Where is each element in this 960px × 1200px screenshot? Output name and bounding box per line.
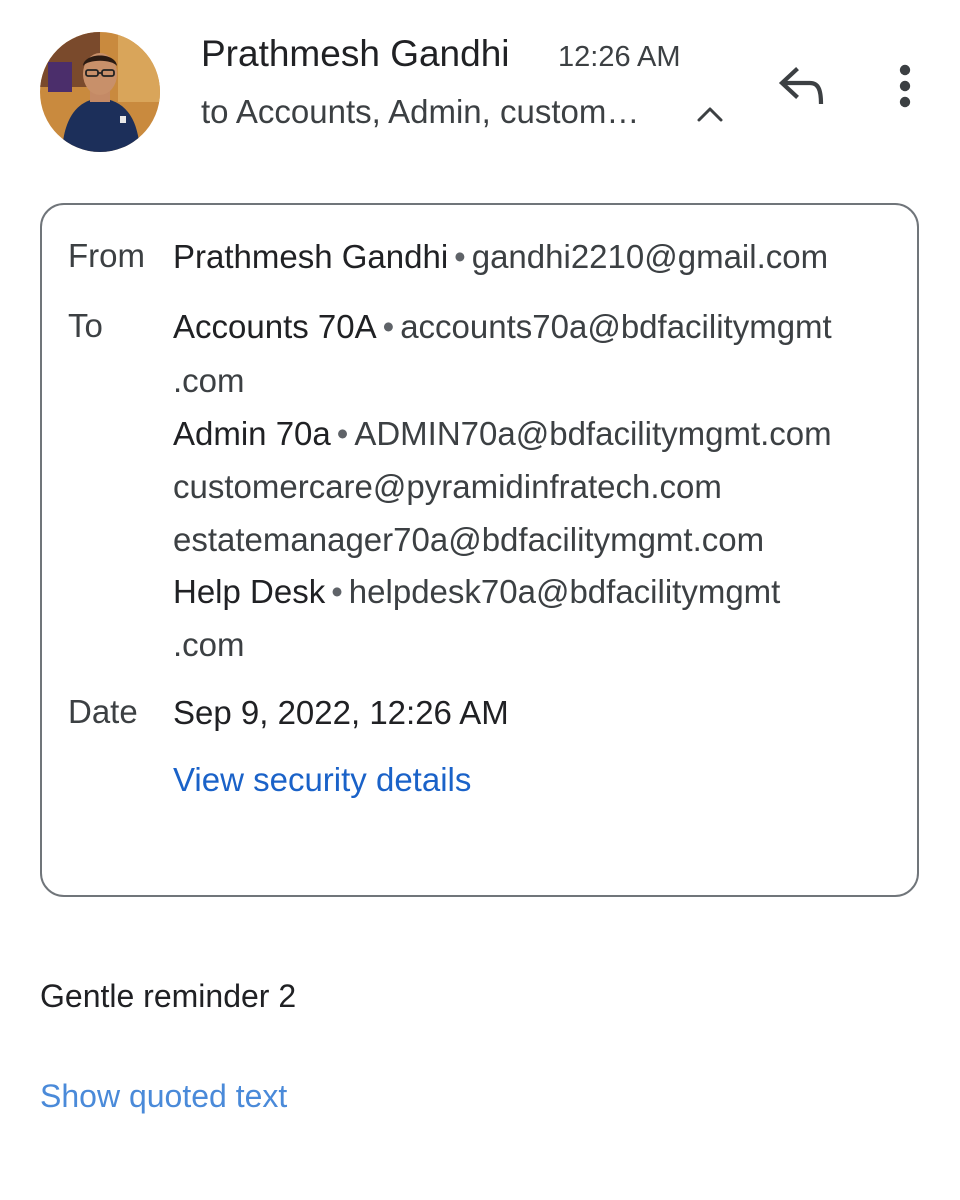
recipient-customercare: customercare@pyramidinfratech.com (173, 467, 722, 507)
recipient-email[interactable]: estatemanager70a@bdfacilitymgmt.com (173, 521, 764, 558)
recipient-helpdesk-email-wrap: .com (173, 625, 245, 665)
recipient-helpdesk: Help Desk • helpdesk70a@bdfacilitymgmt (173, 572, 780, 612)
recipient-name: Accounts 70A (173, 308, 377, 345)
message-time: 12:26 AM (558, 41, 681, 73)
recipient-accounts-email-wrap: .com (173, 361, 245, 401)
recipients-summary[interactable]: to Accounts, Admin, custom… (201, 93, 639, 131)
reply-button[interactable] (770, 58, 834, 114)
separator-dot: • (454, 238, 466, 275)
recipient-name: Admin 70a (173, 415, 331, 452)
to-label: To (68, 307, 103, 344)
recipient-email-continuation[interactable]: .com (173, 626, 245, 663)
show-quoted-text-link[interactable]: Show quoted text (40, 1078, 287, 1115)
recipient-email[interactable]: helpdesk70a@bdfacilitymgmt (349, 573, 781, 610)
avatar-photo (40, 32, 160, 152)
recipient-email[interactable]: accounts70a@bdfacilitymgmt (400, 308, 832, 345)
recipient-email[interactable]: ADMIN70a@bdfacilitymgmt.com (354, 415, 831, 452)
collapse-details-button[interactable] (688, 92, 732, 136)
date-label: Date (68, 693, 138, 730)
separator-dot: • (382, 308, 395, 345)
date-value: Sep 9, 2022, 12:26 AM (173, 694, 509, 731)
reply-icon (778, 67, 824, 105)
from-value: Prathmesh Gandhi • gandhi2210@gmail.com (173, 237, 828, 277)
email-message-view: Prathmesh Gandhi 12:26 AM to Accounts, A… (0, 0, 960, 1200)
recipient-estatemanager: estatemanager70a@bdfacilitymgmt.com (173, 520, 764, 560)
separator-dot: • (336, 415, 349, 452)
more-options-button[interactable] (880, 58, 930, 114)
sender-avatar[interactable] (40, 32, 160, 152)
more-vert-icon (899, 64, 911, 108)
sender-name[interactable]: Prathmesh Gandhi (201, 33, 510, 75)
recipient-accounts: Accounts 70A • accounts70a@bdfacilitymgmt (173, 307, 832, 347)
chevron-up-icon (697, 107, 723, 122)
recipient-name: Help Desk (173, 573, 326, 610)
from-name: Prathmesh Gandhi (173, 238, 449, 275)
from-email[interactable]: gandhi2210@gmail.com (472, 238, 828, 275)
message-body-text: Gentle reminder 2 (40, 978, 297, 1014)
from-label: From (68, 237, 145, 274)
recipient-email[interactable]: customercare@pyramidinfratech.com (173, 468, 722, 505)
message-details-card: From Prathmesh Gandhi • gandhi2210@gmail.c… (40, 203, 919, 897)
view-security-details-link[interactable]: View security details (173, 761, 471, 799)
separator-dot: • (331, 573, 343, 610)
recipient-email-continuation[interactable]: .com (173, 362, 245, 399)
recipient-admin: Admin 70a • ADMIN70a@bdfacilitymgmt.com (173, 414, 832, 454)
